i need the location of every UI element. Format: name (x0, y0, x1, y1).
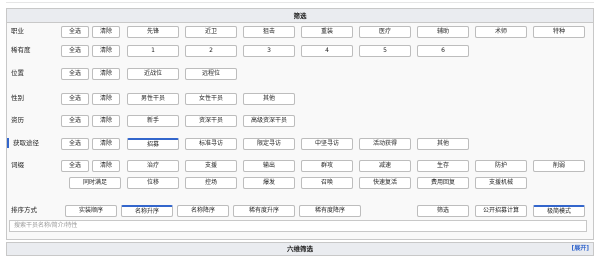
select-all-button[interactable]: 全选 (61, 45, 89, 57)
select-all-button[interactable]: 全选 (61, 160, 89, 172)
filter-option[interactable]: 高级资深干员 (243, 115, 295, 127)
filter-option[interactable]: 资深干员 (185, 115, 237, 127)
search-input[interactable] (9, 220, 587, 232)
filter-option[interactable]: 防护 (475, 160, 527, 172)
filter-option[interactable]: 女性干员 (185, 93, 237, 105)
filter-option[interactable]: 近卫 (185, 26, 237, 38)
filter-label: 稀有度 (11, 46, 31, 54)
filter-option[interactable]: 生存 (417, 160, 469, 172)
filter-option[interactable]: 控场 (185, 177, 237, 189)
select-all-button[interactable]: 全选 (61, 115, 89, 127)
select-all-button[interactable]: 全选 (61, 68, 89, 80)
filter-option[interactable]: 辅助 (417, 26, 469, 38)
filter-option[interactable]: 其他 (417, 138, 469, 150)
select-all-button[interactable]: 全选 (61, 138, 89, 150)
clear-button[interactable]: 清除 (92, 26, 120, 38)
filter-option[interactable]: 新手 (127, 115, 179, 127)
filter-option[interactable]: 1 (127, 45, 179, 57)
filter-option[interactable]: 位移 (127, 177, 179, 189)
sort-option[interactable]: 稀有度升序 (233, 205, 295, 217)
recruit-calc-button[interactable]: 公开招募计算 (475, 205, 527, 217)
filter-option[interactable]: 支援 (185, 160, 237, 172)
filter-option[interactable]: 削弱 (533, 160, 585, 172)
filter-option[interactable]: 狙击 (243, 26, 295, 38)
filter-panel: 筛选 职业 全选 清除 先锋 近卫 狙击 重装 医疗 辅助 术师 特种 稀有度 … (6, 8, 594, 240)
filter-option[interactable]: 限定寻访 (243, 138, 295, 150)
filter-option[interactable]: 6 (417, 45, 469, 57)
filter-option[interactable]: 治疗 (127, 160, 179, 172)
filter-option[interactable]: 标准寻访 (185, 138, 237, 150)
sort-option[interactable]: 实装顺序 (65, 205, 117, 217)
filter-option[interactable]: 术师 (475, 26, 527, 38)
filter-option[interactable]: 其他 (243, 93, 295, 105)
sort-option[interactable]: 名称升序 (121, 205, 173, 217)
filter-option[interactable]: 远程位 (185, 68, 237, 80)
filter-label: 资历 (11, 116, 24, 124)
filter-option[interactable]: 2 (185, 45, 237, 57)
clear-button[interactable]: 清除 (92, 115, 120, 127)
select-all-button[interactable]: 全选 (61, 93, 89, 105)
filter-label: 词缀 (11, 161, 24, 169)
filter-option[interactable]: 男性干员 (127, 93, 179, 105)
filter-option[interactable]: 活动获得 (359, 138, 411, 150)
filter-option[interactable]: 重装 (301, 26, 353, 38)
clear-button[interactable]: 清除 (92, 160, 120, 172)
filter-option[interactable]: 减速 (359, 160, 411, 172)
panel-title: 筛选 (7, 9, 593, 23)
filter-option[interactable]: 招募 (127, 138, 179, 150)
filter-label: 性别 (11, 94, 24, 102)
expand-link[interactable]: [展开] (572, 243, 590, 255)
hexagon-filter-title: 六维筛选 (287, 245, 313, 253)
filter-option[interactable]: 爆发 (243, 177, 295, 189)
minimal-mode-button[interactable]: 极简模式 (533, 205, 585, 217)
filter-option[interactable]: 同时满足 (69, 177, 121, 189)
top-divider (6, 2, 594, 3)
filter-option[interactable]: 近战位 (127, 68, 179, 80)
filter-option[interactable]: 先锋 (127, 26, 179, 38)
hexagon-filter-bar: 六维筛选 [展开] (6, 242, 594, 256)
filter-option[interactable]: 输出 (243, 160, 295, 172)
clear-button[interactable]: 清除 (92, 68, 120, 80)
filter-label: 获取途径 (7, 138, 39, 148)
clear-button[interactable]: 清除 (92, 93, 120, 105)
clear-button[interactable]: 清除 (92, 138, 120, 150)
filter-option[interactable]: 召唤 (301, 177, 353, 189)
sort-option[interactable]: 稀有度降序 (299, 205, 361, 217)
filter-option[interactable]: 支援机械 (475, 177, 527, 189)
filter-label: 位置 (11, 69, 24, 77)
filter-option[interactable]: 费用回复 (417, 177, 469, 189)
filter-option[interactable]: 5 (359, 45, 411, 57)
filter-label: 职业 (11, 27, 24, 35)
filter-button[interactable]: 筛选 (417, 205, 469, 217)
filter-option[interactable]: 中坚寻访 (301, 138, 353, 150)
select-all-button[interactable]: 全选 (61, 26, 89, 38)
filter-option[interactable]: 群攻 (301, 160, 353, 172)
filter-option[interactable]: 医疗 (359, 26, 411, 38)
filter-option[interactable]: 快速复活 (359, 177, 411, 189)
filter-option[interactable]: 3 (243, 45, 295, 57)
sort-option[interactable]: 名称降序 (177, 205, 229, 217)
sort-label: 排序方式 (11, 206, 37, 214)
filter-option[interactable]: 特种 (533, 26, 585, 38)
filter-option[interactable]: 4 (301, 45, 353, 57)
clear-button[interactable]: 清除 (92, 45, 120, 57)
